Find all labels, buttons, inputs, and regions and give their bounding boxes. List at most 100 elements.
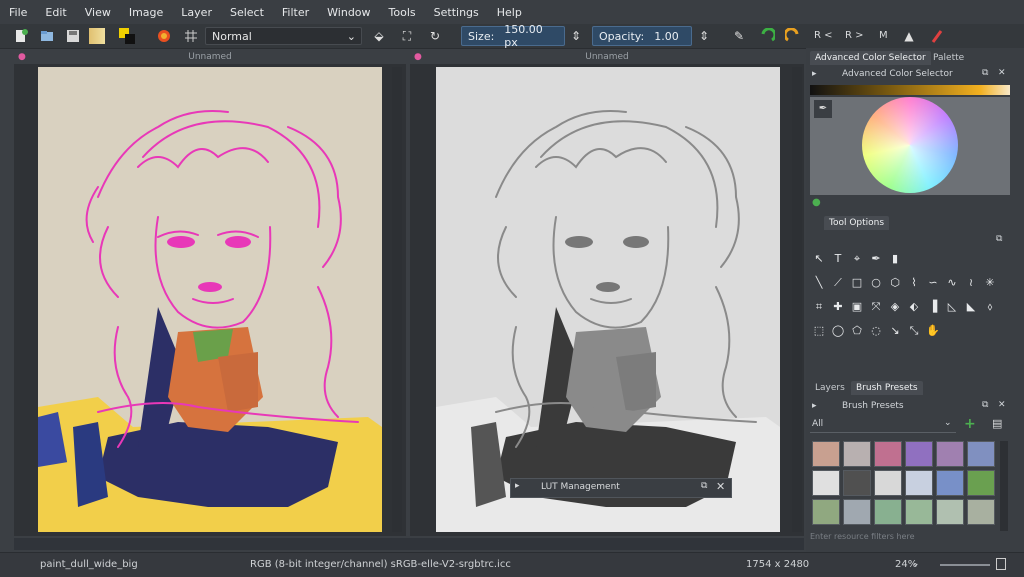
- mirror-right-button[interactable]: R >: [845, 30, 864, 41]
- preset-scrollbar[interactable]: [1000, 441, 1008, 531]
- dynamic-brush-icon[interactable]: ≀: [964, 276, 978, 290]
- painting-canvas-grayscale[interactable]: [436, 67, 780, 532]
- move-tool-icon[interactable]: ✚: [831, 300, 845, 314]
- brush-preset-tile[interactable]: [874, 470, 902, 496]
- ellipse-select-icon[interactable]: ◯: [831, 324, 845, 338]
- brush-preset-tile[interactable]: [967, 470, 995, 496]
- fullscreen-icon[interactable]: [996, 558, 1006, 570]
- brush-preset-tile[interactable]: [967, 441, 995, 467]
- tab-brush-presets[interactable]: Brush Presets: [851, 381, 923, 395]
- float-icon[interactable]: ⧉: [982, 68, 988, 78]
- freehand-select-icon[interactable]: ◌: [869, 324, 883, 338]
- close-icon[interactable]: ✕: [998, 400, 1006, 410]
- expand-icon[interactable]: ▸: [515, 481, 520, 491]
- menu-file[interactable]: File: [0, 6, 36, 19]
- bezier-tool-icon[interactable]: ∽: [926, 276, 940, 290]
- menu-settings[interactable]: Settings: [425, 6, 488, 19]
- menu-tools[interactable]: Tools: [380, 6, 425, 19]
- warning-icon[interactable]: ▲: [900, 27, 918, 45]
- measure-tool-icon[interactable]: ⤧: [869, 300, 883, 314]
- pattern-icon[interactable]: [155, 27, 173, 45]
- tab-palette[interactable]: Palette: [928, 51, 969, 65]
- calligraphy-icon[interactable]: ✒: [869, 252, 883, 266]
- brush-size-field[interactable]: Size: 150.00 px: [461, 23, 565, 49]
- blend-mode-combo[interactable]: Normal ⌄: [205, 27, 362, 45]
- menu-filter[interactable]: Filter: [273, 6, 318, 19]
- brush-preset-tile[interactable]: [874, 499, 902, 525]
- brush-preset-tile[interactable]: [843, 499, 871, 525]
- brush-preset-tile[interactable]: [874, 441, 902, 467]
- freehand-path-icon[interactable]: ∿: [945, 276, 959, 290]
- eyedropper-icon[interactable]: ✒: [814, 100, 832, 118]
- edit-shapes-icon[interactable]: ⌖: [850, 252, 864, 266]
- pan-tool-icon[interactable]: ✋: [926, 324, 940, 338]
- opacity-field[interactable]: Opacity: 1.00: [592, 26, 692, 46]
- smart-patch-icon[interactable]: ▐: [926, 300, 940, 314]
- fill-tool-icon[interactable]: ◈: [888, 300, 902, 314]
- painting-canvas-color[interactable]: [38, 67, 382, 532]
- brush-preset-tile[interactable]: [843, 441, 871, 467]
- brush-preset-tile[interactable]: [905, 499, 933, 525]
- select-shapes-icon[interactable]: ↖: [812, 252, 826, 266]
- brush-preset-tile[interactable]: [967, 499, 995, 525]
- menu-help[interactable]: Help: [488, 6, 531, 19]
- brush-preset-tile[interactable]: [812, 441, 840, 467]
- zoom-tool-icon[interactable]: ⬨: [983, 300, 997, 314]
- menu-layer[interactable]: Layer: [172, 6, 221, 19]
- menu-select[interactable]: Select: [221, 6, 273, 19]
- transform-tool-icon[interactable]: ▣: [850, 300, 864, 314]
- brush-flag-icon[interactable]: [928, 27, 946, 45]
- zoom-slider[interactable]: [940, 564, 990, 566]
- tag-menu-icon[interactable]: ▤: [992, 417, 1002, 430]
- grid-icon[interactable]: [182, 27, 200, 45]
- close-icon[interactable]: ✕: [998, 68, 1006, 78]
- assistant-tool-icon[interactable]: ◺: [945, 300, 959, 314]
- preserve-alpha-icon[interactable]: ⛶: [398, 27, 416, 45]
- polyline-tool-icon[interactable]: ⌇: [907, 276, 921, 290]
- rect-select-icon[interactable]: ⬚: [812, 324, 826, 338]
- redo-icon[interactable]: [784, 27, 802, 45]
- multibrush-icon[interactable]: ✳: [983, 276, 997, 290]
- menu-window[interactable]: Window: [318, 6, 379, 19]
- close-icon[interactable]: ✕: [716, 480, 725, 493]
- float-icon[interactable]: ⧉: [982, 400, 988, 410]
- color-wheel[interactable]: [862, 97, 958, 193]
- size-stepper-icon[interactable]: ⇕: [567, 27, 585, 45]
- horizontal-scrollbar[interactable]: [14, 538, 804, 550]
- menu-image[interactable]: Image: [120, 6, 172, 19]
- brush-settings-icon[interactable]: ✎: [730, 27, 748, 45]
- opacity-stepper-icon[interactable]: ⇕: [695, 27, 713, 45]
- brush-preset-tile[interactable]: [936, 499, 964, 525]
- brush-preset-tile[interactable]: [905, 441, 933, 467]
- color-gradient-bar[interactable]: [810, 85, 1010, 95]
- brush-preset-tile[interactable]: [812, 470, 840, 496]
- polygon-select-icon[interactable]: ⬠: [850, 324, 864, 338]
- similar-select-icon[interactable]: ⤡: [907, 324, 921, 338]
- left-canvas-scrollbar[interactable]: [392, 67, 402, 532]
- right-canvas-scrollbar[interactable]: [792, 67, 802, 532]
- reload-preset-icon[interactable]: ↻: [426, 27, 444, 45]
- text-tool-icon[interactable]: T: [831, 252, 845, 266]
- polygon-tool-icon[interactable]: ⬡: [888, 276, 902, 290]
- menu-edit[interactable]: Edit: [36, 6, 75, 19]
- tab-tool-options[interactable]: Tool Options: [824, 216, 890, 230]
- ellipse-tool-icon[interactable]: ○: [869, 276, 883, 290]
- brush-preset-tile[interactable]: [843, 470, 871, 496]
- brush-preset-tile[interactable]: [936, 470, 964, 496]
- mirror-m-button[interactable]: M: [879, 30, 888, 41]
- brush-preset-tile[interactable]: [812, 499, 840, 525]
- gradient-icon[interactable]: [88, 27, 106, 45]
- tab-advanced-color-selector[interactable]: Advanced Color Selector: [810, 51, 931, 65]
- crop-tool-icon[interactable]: ⌗: [812, 300, 826, 314]
- add-tag-icon[interactable]: +: [964, 416, 976, 432]
- eraser-mode-icon[interactable]: ⬙: [370, 27, 388, 45]
- gradient-tool-icon[interactable]: ▮: [888, 252, 902, 266]
- resource-filter-input[interactable]: Enter resource filters here: [810, 532, 1008, 546]
- line-tool-icon[interactable]: ⟋: [831, 276, 845, 290]
- brush-tool-icon[interactable]: ╲: [812, 276, 826, 290]
- reference-tool-icon[interactable]: ◣: [964, 300, 978, 314]
- colorize-mask-icon[interactable]: ⬖: [907, 300, 921, 314]
- float-icon[interactable]: ⧉: [996, 234, 1002, 244]
- rectangle-tool-icon[interactable]: □: [850, 276, 864, 290]
- save-icon[interactable]: [64, 27, 82, 45]
